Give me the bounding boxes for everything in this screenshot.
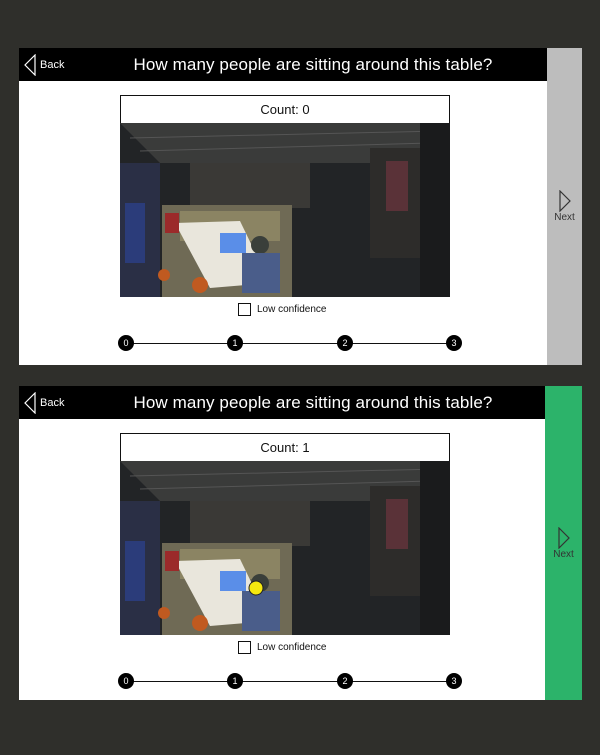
back-label: Back: [40, 396, 65, 409]
slider-stop-2[interactable]: 2: [337, 335, 353, 351]
back-button[interactable]: Back: [23, 390, 75, 415]
back-button[interactable]: Back: [23, 52, 75, 77]
slider-track: [126, 681, 454, 682]
next-button[interactable]: Next: [545, 386, 582, 700]
back-arrow-icon: [24, 391, 36, 414]
question-panel-2: Back How many people are sitting around …: [19, 386, 582, 700]
question-title: How many people are sitting around this …: [133, 54, 493, 74]
low-confidence-checkbox[interactable]: [238, 640, 251, 654]
slider-stop-0[interactable]: 0: [118, 673, 134, 689]
next-label: Next: [554, 212, 575, 223]
slider-stop-1[interactable]: 1: [227, 673, 243, 689]
person-marker[interactable]: [248, 580, 264, 596]
slider-stop-3[interactable]: 3: [446, 335, 462, 351]
header-bar: Back How many people are sitting around …: [19, 48, 547, 81]
question-panel-1: Back How many people are sitting around …: [19, 48, 582, 365]
count-slider[interactable]: 0 1 2 3: [118, 673, 462, 689]
count-display: Count: 1: [120, 433, 450, 462]
slider-track: [126, 343, 454, 344]
count-display: Count: 0: [120, 95, 450, 124]
back-label: Back: [40, 58, 65, 71]
slider-stop-3[interactable]: 3: [446, 673, 462, 689]
slider-stop-1[interactable]: 1: [227, 335, 243, 351]
low-confidence-option[interactable]: Low confidence: [238, 639, 327, 655]
slider-stop-0[interactable]: 0: [118, 335, 134, 351]
count-slider[interactable]: 0 1 2 3: [118, 335, 462, 351]
back-arrow-icon: [24, 53, 36, 76]
camera-image[interactable]: [120, 123, 450, 297]
low-confidence-label: Low confidence: [257, 641, 327, 653]
next-arrow-icon: [558, 190, 571, 212]
question-title: How many people are sitting around this …: [133, 392, 493, 412]
office-scene-image: [120, 461, 450, 635]
next-button[interactable]: Next: [547, 48, 582, 365]
slider-stop-2[interactable]: 2: [337, 673, 353, 689]
next-arrow-icon: [557, 526, 570, 549]
header-bar: Back How many people are sitting around …: [19, 386, 547, 419]
next-label: Next: [553, 548, 574, 560]
low-confidence-option[interactable]: Low confidence: [238, 301, 327, 317]
low-confidence-label: Low confidence: [257, 303, 327, 315]
camera-image[interactable]: [120, 461, 450, 635]
office-scene-image: [120, 123, 450, 297]
low-confidence-checkbox[interactable]: [238, 302, 251, 316]
